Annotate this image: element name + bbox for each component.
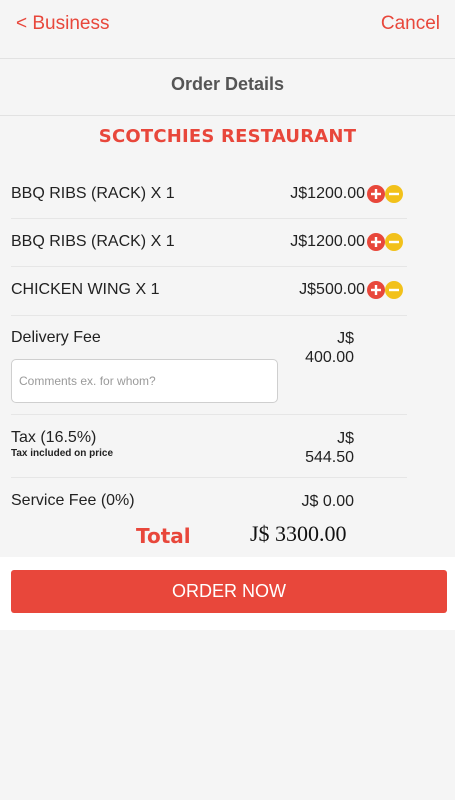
item-name: BBQ RIBS (RACK) X 1 [11, 233, 175, 250]
service-fee-label: Service Fee (0%) [11, 492, 135, 509]
tax-currency: J$ [337, 430, 354, 447]
top-nav-bar: < Business Cancel [0, 0, 455, 56]
minus-circle-icon[interactable] [385, 185, 403, 203]
tax-note: Tax included on price [11, 448, 114, 459]
divider [0, 115, 455, 116]
divider [0, 58, 455, 59]
divider [11, 266, 407, 267]
item-name: BBQ RIBS (RACK) X 1 [11, 185, 175, 202]
comments-input[interactable] [11, 359, 278, 403]
total-label: Total [136, 524, 191, 548]
delivery-fee-amount: 400.00 [305, 349, 354, 366]
tax-label: Tax (16.5%) [11, 429, 97, 446]
cancel-button[interactable]: Cancel [381, 13, 440, 35]
divider [11, 218, 407, 219]
restaurant-name: SCOTCHIES RESTAURANT [98, 126, 357, 147]
page-title: Order Details [170, 74, 285, 94]
tax-value: J$ 544.50 [305, 429, 354, 467]
delivery-fee-value: J$ 400.00 [305, 329, 354, 367]
plus-circle-icon[interactable] [367, 185, 385, 203]
item-price: J$1200.00 [290, 185, 365, 202]
service-fee-row: Service Fee (0%) J$ 0.00 [11, 490, 407, 512]
plus-circle-icon[interactable] [367, 281, 385, 299]
item-price: J$1200.00 [290, 233, 365, 250]
tax-row: Tax (16.5%) Tax included on price J$ 544.… [11, 427, 407, 471]
divider [11, 315, 407, 316]
item-name: CHICKEN WING X 1 [11, 281, 160, 298]
order-item-row: BBQ RIBS (RACK) X 1 J$1200.00 [11, 231, 407, 253]
order-now-button[interactable]: ORDER NOW [11, 570, 447, 613]
order-item-row: CHICKEN WING X 1 J$500.00 [11, 279, 407, 301]
item-price: J$500.00 [299, 281, 365, 298]
minus-circle-icon[interactable] [385, 281, 403, 299]
divider [11, 414, 407, 415]
plus-circle-icon[interactable] [367, 233, 385, 251]
order-item-row: BBQ RIBS (RACK) X 1 J$1200.00 [11, 183, 407, 205]
service-fee-value: J$ 0.00 [301, 493, 354, 510]
tax-amount: 544.50 [305, 449, 354, 466]
total-value: J$ 3300.00 [250, 521, 347, 546]
back-business-link[interactable]: < Business [16, 13, 109, 35]
minus-circle-icon[interactable] [385, 233, 403, 251]
delivery-fee-currency: J$ [337, 330, 354, 347]
divider [11, 477, 407, 478]
delivery-fee-label: Delivery Fee [11, 329, 101, 346]
